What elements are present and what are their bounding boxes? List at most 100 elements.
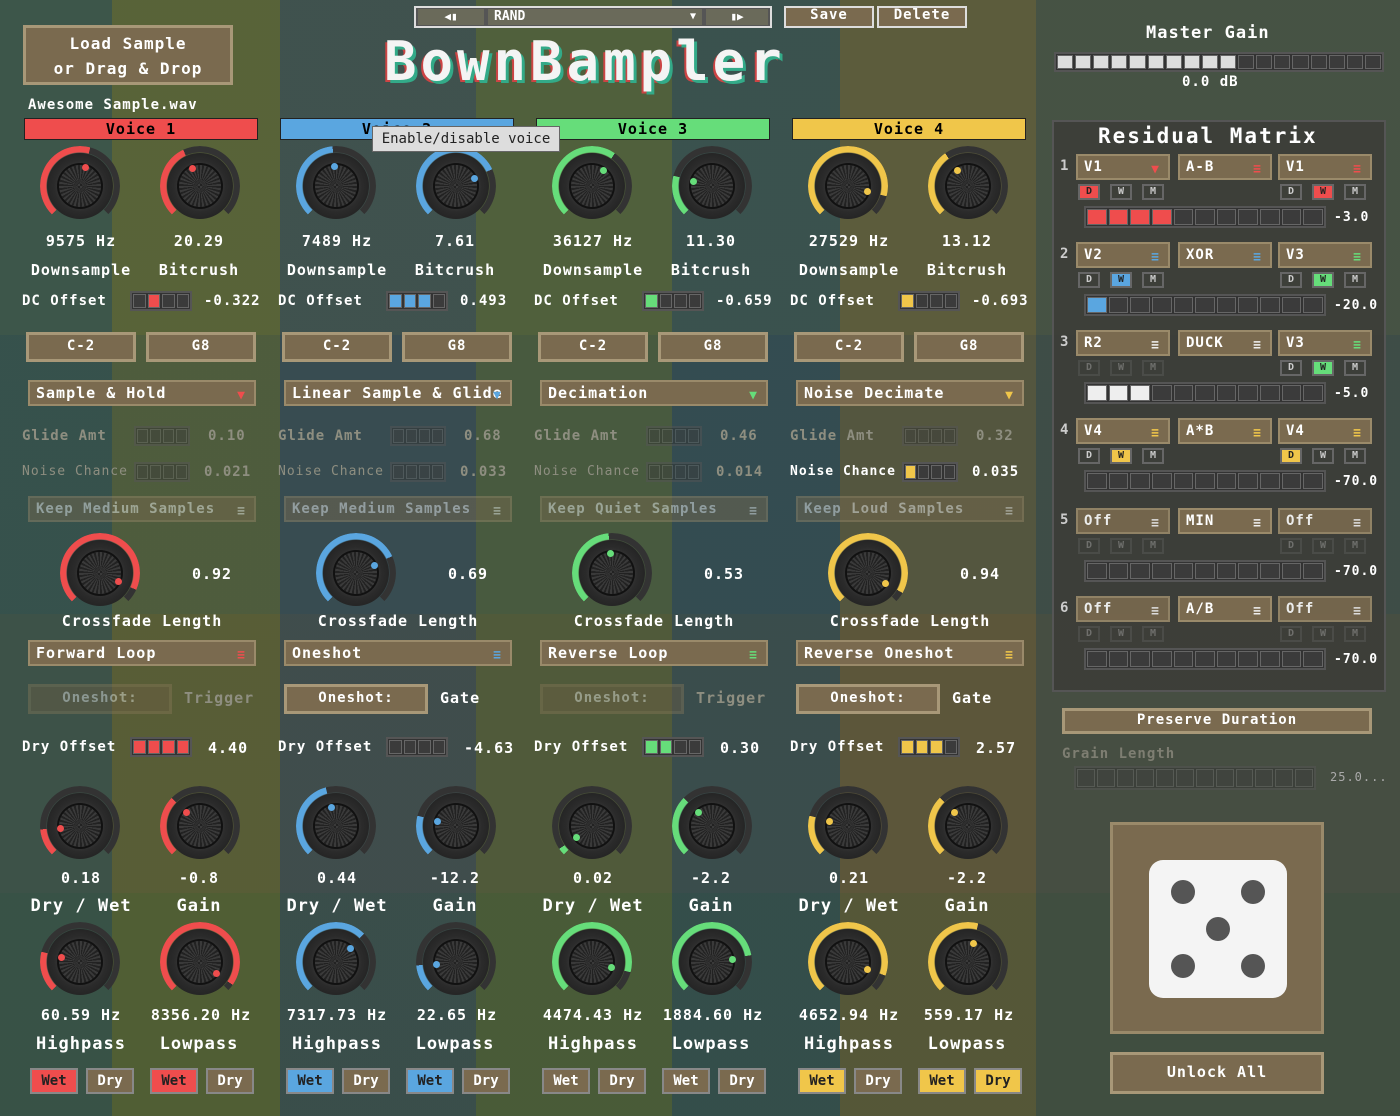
note-high-button[interactable]: G8 — [146, 332, 256, 362]
matrix-m-toggle[interactable]: M — [1142, 448, 1164, 464]
matrix-operator-dropdown[interactable]: MIN ≡ — [1178, 508, 1272, 534]
bitcrush-knob[interactable] — [167, 153, 233, 219]
matrix-d-toggle[interactable]: D — [1078, 360, 1100, 376]
crossfade-knob[interactable] — [67, 540, 133, 606]
matrix-m-toggle[interactable]: M — [1142, 272, 1164, 288]
loop-mode-dropdown[interactable]: Oneshot ≡ — [284, 640, 512, 666]
dry-offset-slider[interactable] — [642, 737, 704, 757]
wet-send-toggle[interactable]: Wet — [662, 1068, 710, 1094]
gain-knob[interactable] — [935, 793, 1001, 859]
mode-dropdown[interactable]: Sample & Hold ▼ — [28, 380, 256, 406]
dc-offset-slider[interactable] — [130, 291, 192, 311]
dry-wet-knob[interactable] — [815, 793, 881, 859]
keep-samples-dropdown[interactable]: Keep Medium Samples ≡ — [284, 496, 512, 522]
matrix-w-toggle[interactable]: W — [1110, 626, 1132, 642]
matrix-source-b-dropdown[interactable]: V4 ≡ — [1278, 418, 1372, 444]
noise-chance-slider[interactable] — [134, 462, 190, 482]
dc-offset-slider[interactable] — [898, 291, 960, 311]
matrix-w-toggle[interactable]: W — [1312, 272, 1334, 288]
matrix-d-toggle[interactable]: D — [1078, 448, 1100, 464]
loop-mode-dropdown[interactable]: Forward Loop ≡ — [28, 640, 256, 666]
master-gain-slider[interactable] — [1054, 52, 1384, 72]
keep-samples-dropdown[interactable]: Keep Medium Samples ≡ — [28, 496, 256, 522]
matrix-operator-dropdown[interactable]: A-B ≡ — [1178, 154, 1272, 180]
downsample-knob[interactable] — [815, 153, 881, 219]
glide-amount-slider[interactable] — [646, 426, 702, 446]
matrix-w-toggle[interactable]: W — [1312, 626, 1334, 642]
wet-send-toggle[interactable]: Wet — [286, 1068, 334, 1094]
oneshot-toggle-button[interactable]: Oneshot: — [28, 684, 172, 714]
matrix-source-a-dropdown[interactable]: R2 ≡ — [1076, 330, 1170, 356]
dc-offset-slider[interactable] — [386, 291, 448, 311]
matrix-source-a-dropdown[interactable]: Off ≡ — [1076, 508, 1170, 534]
noise-chance-slider[interactable] — [390, 462, 446, 482]
dry-wet-knob[interactable] — [559, 793, 625, 859]
matrix-source-a-dropdown[interactable]: V1 ▼ — [1076, 154, 1170, 180]
dry-wet-knob[interactable] — [303, 793, 369, 859]
wet-send-toggle[interactable]: Wet — [542, 1068, 590, 1094]
wet-send-toggle[interactable]: Wet — [150, 1068, 198, 1094]
matrix-level-slider[interactable] — [1084, 470, 1326, 492]
matrix-operator-dropdown[interactable]: A/B ≡ — [1178, 596, 1272, 622]
matrix-operator-dropdown[interactable]: DUCK ≡ — [1178, 330, 1272, 356]
matrix-source-a-dropdown[interactable]: V4 ≡ — [1076, 418, 1170, 444]
mode-dropdown[interactable]: Noise Decimate ▼ — [796, 380, 1024, 406]
matrix-operator-dropdown[interactable]: XOR ≡ — [1178, 242, 1272, 268]
bitcrush-knob[interactable] — [679, 153, 745, 219]
loop-mode-dropdown[interactable]: Reverse Loop ≡ — [540, 640, 768, 666]
note-low-button[interactable]: C-2 — [282, 332, 392, 362]
matrix-w-toggle[interactable]: W — [1110, 360, 1132, 376]
keep-samples-dropdown[interactable]: Keep Quiet Samples ≡ — [540, 496, 768, 522]
matrix-w-toggle[interactable]: W — [1110, 184, 1132, 200]
matrix-m-toggle[interactable]: M — [1142, 626, 1164, 642]
save-button[interactable]: Save — [784, 6, 874, 28]
matrix-operator-dropdown[interactable]: A*B ≡ — [1178, 418, 1272, 444]
highpass-knob[interactable] — [559, 929, 625, 995]
matrix-m-toggle[interactable]: M — [1142, 360, 1164, 376]
matrix-d-toggle[interactable]: D — [1078, 626, 1100, 642]
voice-1-toggle[interactable]: Voice 1 — [24, 118, 258, 140]
matrix-level-slider[interactable] — [1084, 382, 1326, 404]
matrix-source-a-dropdown[interactable]: V2 ≡ — [1076, 242, 1170, 268]
dry-send-toggle[interactable]: Dry — [86, 1068, 134, 1094]
noise-chance-slider[interactable] — [902, 462, 958, 482]
downsample-knob[interactable] — [47, 153, 113, 219]
voice-3-toggle[interactable]: Voice 3 — [536, 118, 770, 140]
unlock-all-button[interactable]: Unlock All — [1110, 1052, 1324, 1094]
dry-wet-knob[interactable] — [47, 793, 113, 859]
note-high-button[interactable]: G8 — [914, 332, 1024, 362]
preset-select[interactable]: RAND ▼ — [488, 9, 702, 25]
load-sample-button[interactable]: Load Sample or Drag & Drop — [23, 25, 233, 85]
lowpass-knob[interactable] — [679, 929, 745, 995]
downsample-knob[interactable] — [303, 153, 369, 219]
matrix-m-toggle[interactable]: M — [1344, 360, 1366, 376]
matrix-source-b-dropdown[interactable]: Off ≡ — [1278, 508, 1372, 534]
noise-chance-slider[interactable] — [646, 462, 702, 482]
note-high-button[interactable]: G8 — [658, 332, 768, 362]
matrix-d-toggle[interactable]: D — [1280, 272, 1302, 288]
matrix-m-toggle[interactable]: M — [1344, 448, 1366, 464]
oneshot-toggle-button[interactable]: Oneshot: — [284, 684, 428, 714]
downsample-knob[interactable] — [559, 153, 625, 219]
matrix-w-toggle[interactable]: W — [1312, 184, 1334, 200]
glide-amount-slider[interactable] — [390, 426, 446, 446]
matrix-w-toggle[interactable]: W — [1312, 448, 1334, 464]
grain-length-slider[interactable] — [1074, 766, 1316, 790]
matrix-d-toggle[interactable]: D — [1078, 184, 1100, 200]
crossfade-knob[interactable] — [323, 540, 389, 606]
matrix-m-toggle[interactable]: M — [1344, 272, 1366, 288]
lowpass-knob[interactable] — [423, 929, 489, 995]
matrix-w-toggle[interactable]: W — [1110, 272, 1132, 288]
matrix-d-toggle[interactable]: D — [1078, 272, 1100, 288]
matrix-level-slider[interactable] — [1084, 648, 1326, 670]
matrix-m-toggle[interactable]: M — [1142, 538, 1164, 554]
dry-offset-slider[interactable] — [898, 737, 960, 757]
glide-amount-slider[interactable] — [134, 426, 190, 446]
matrix-m-toggle[interactable]: M — [1344, 626, 1366, 642]
next-preset-button[interactable]: ▮▶ — [706, 9, 768, 25]
highpass-knob[interactable] — [47, 929, 113, 995]
dry-offset-slider[interactable] — [130, 737, 192, 757]
matrix-d-toggle[interactable]: D — [1280, 360, 1302, 376]
oneshot-toggle-button[interactable]: Oneshot: — [540, 684, 684, 714]
bitcrush-knob[interactable] — [423, 153, 489, 219]
